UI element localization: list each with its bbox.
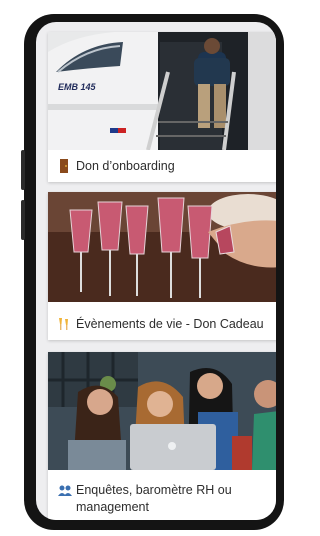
side-button [21, 150, 25, 190]
svg-text:EMB 145: EMB 145 [58, 82, 97, 92]
card-onboarding[interactable]: EMB 145 Don d’onboarding [48, 32, 276, 182]
card-label-row[interactable]: Enquêtes, baromètre RH ou management [58, 482, 276, 516]
app-screen[interactable]: EMB 145 Don d’onboarding Évènements de v… [36, 22, 276, 520]
toast-glasses-photo [48, 192, 276, 302]
card-life-events[interactable]: Évènements de vie - Don Cadeau [48, 192, 276, 340]
card-surveys[interactable]: Enquêtes, baromètre RH ou management [48, 352, 276, 520]
card-title: Don d’onboarding [76, 159, 175, 173]
champagne-glasses-icon [58, 317, 70, 331]
team-laptop-photo [48, 352, 276, 470]
people-icon [58, 483, 72, 497]
card-title: Évènements de vie - Don Cadeau [76, 317, 264, 331]
side-button [21, 200, 25, 240]
card-title: Enquêtes, baromètre RH ou management [76, 483, 232, 514]
door-icon [58, 159, 70, 173]
card-label-row[interactable]: Don d’onboarding [58, 158, 276, 175]
card-label-row[interactable]: Évènements de vie - Don Cadeau [58, 316, 276, 333]
airplane-boarding-photo: EMB 145 [48, 32, 276, 150]
